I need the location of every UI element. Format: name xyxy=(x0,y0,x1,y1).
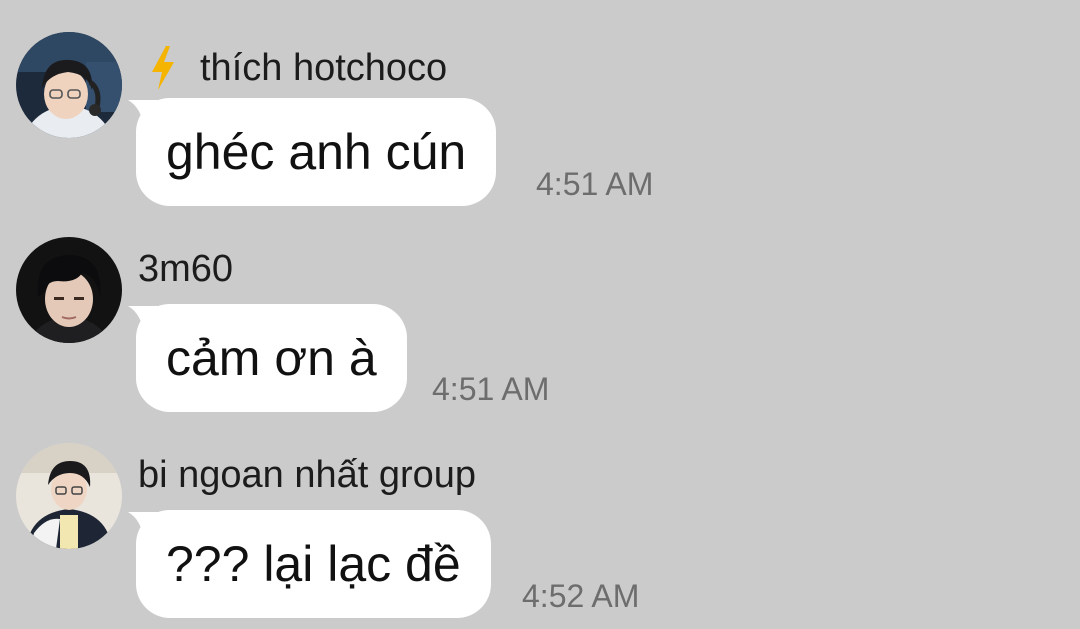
message-text: cảm ơn à xyxy=(166,330,377,386)
message-text: ghéc anh cún xyxy=(166,124,467,180)
sender-name[interactable]: bi ngoan nhất group xyxy=(138,456,476,494)
avatar[interactable] xyxy=(16,443,122,549)
lightning-bolt-icon xyxy=(148,44,178,92)
message-bubble[interactable]: ??? lại lạc đề xyxy=(136,510,491,618)
sender-name[interactable]: 3m60 xyxy=(138,250,233,288)
message-bubble[interactable]: ghéc anh cún xyxy=(136,98,497,206)
message-timestamp: 4:51 AM xyxy=(536,166,654,202)
message-timestamp: 4:51 AM xyxy=(432,371,550,407)
message-text: ??? lại lạc đề xyxy=(166,536,461,592)
message-timestamp: 4:52 AM xyxy=(522,578,640,614)
sender-name-row: thích hotchoco xyxy=(138,44,447,92)
sender-name-row: 3m60 xyxy=(138,250,233,288)
avatar[interactable] xyxy=(16,237,122,343)
sender-name-row: bi ngoan nhất group xyxy=(138,456,476,494)
message-bubble[interactable]: cảm ơn à xyxy=(136,304,407,412)
avatar[interactable] xyxy=(16,32,122,138)
sender-name[interactable]: thích hotchoco xyxy=(200,49,447,87)
